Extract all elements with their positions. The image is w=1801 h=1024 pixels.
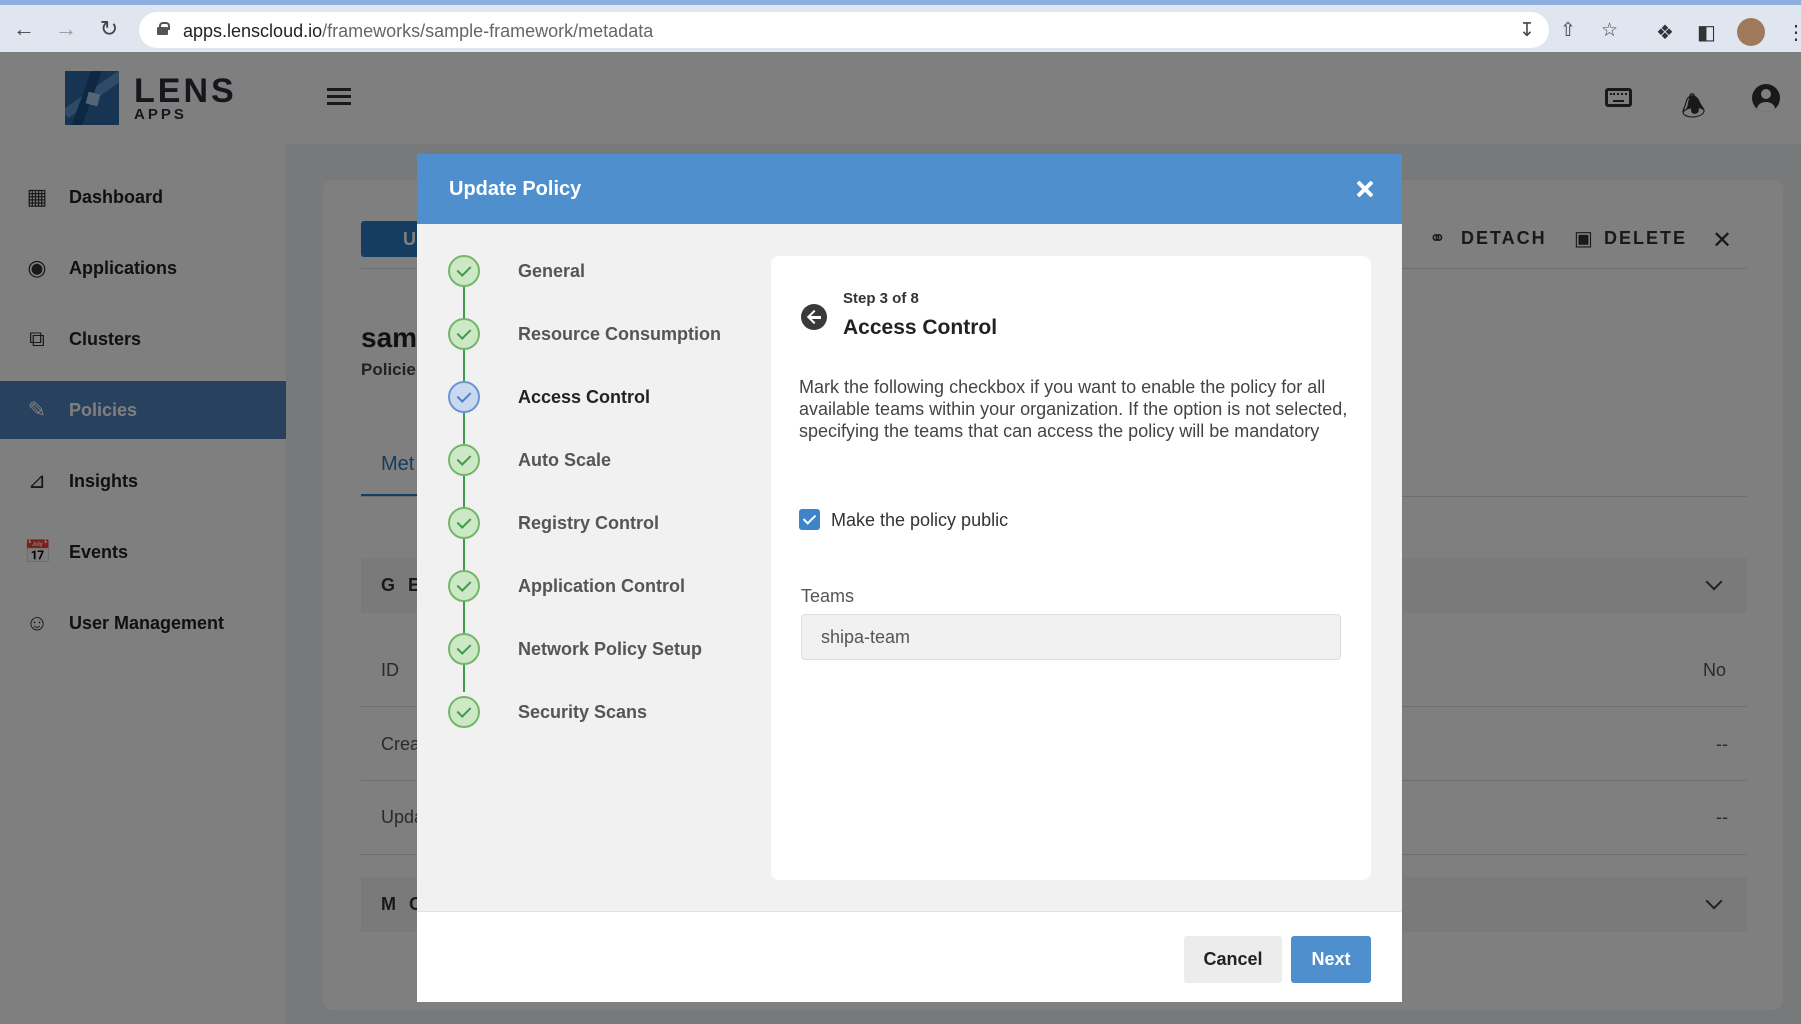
step-check-icon [448,633,480,665]
address-bar[interactable]: apps.lenscloud.io/frameworks/sample-fram… [139,12,1618,48]
step-access-control[interactable]: Access Control [448,381,738,413]
make-public-checkbox[interactable] [799,509,820,530]
step-check-icon [448,318,480,350]
step-registry-control[interactable]: Registry Control [448,507,738,539]
profile-avatar[interactable] [1737,18,1765,46]
browser-toolbar: ← → ↻ apps.lenscloud.io/frameworks/sampl… [0,0,1801,52]
bookmark-star-icon[interactable]: ☆ [1601,19,1618,42]
forward-arrow-icon[interactable]: → [52,15,80,43]
step-label: Network Policy Setup [518,639,703,659]
step-resource-consumption[interactable]: Resource Consumption [448,318,738,350]
reload-icon[interactable]: ↻ [95,15,123,43]
step-general[interactable]: General [448,255,738,287]
side-panel-icon[interactable]: ◧ [1697,20,1716,45]
step-label: Auto Scale [518,450,612,470]
modal-footer: Cancel Next [417,911,1402,1002]
modal-header: Update Policy [417,154,1402,224]
lock-icon [157,22,170,35]
modal-title: Update Policy [449,178,582,200]
step-check-icon [448,255,480,287]
step-content-panel: Step 3 of 8 Access Control Mark the foll… [771,256,1371,880]
step-check-icon [448,507,480,539]
step-label: Application Control [518,576,685,596]
back-arrow-icon[interactable]: ← [10,15,38,43]
step-check-icon [448,444,480,476]
step-current-icon [448,381,480,413]
step-label: Security Scans [518,702,648,722]
step-label: Access Control [518,387,651,407]
install-icon[interactable]: ↧ [1519,19,1535,42]
step-counter: Step 3 of 8 [843,290,919,307]
step-application-control[interactable]: Application Control [448,570,738,602]
step-check-icon [448,696,480,728]
teams-label: Teams [801,586,855,606]
step-check-icon [448,570,480,602]
browser-menu-icon[interactable]: ⋮ [1786,20,1801,45]
step-label: General [518,261,586,281]
extensions-icon[interactable]: ❖ [1656,20,1674,45]
teams-input[interactable] [801,614,1341,660]
panel-description: Mark the following checkbox if you want … [799,377,1348,441]
step-label: Registry Control [518,513,660,533]
share-icon[interactable]: ⇧ [1560,19,1576,42]
step-network-policy-setup[interactable]: Network Policy Setup [448,633,738,665]
close-icon[interactable] [1354,178,1376,200]
step-security-scans[interactable]: Security Scans [448,696,738,728]
url-text: apps.lenscloud.io/frameworks/sample-fram… [183,21,654,41]
step-label: Resource Consumption [518,324,722,344]
next-button[interactable]: Next [1291,936,1371,983]
step-auto-scale[interactable]: Auto Scale [448,444,738,476]
back-arrow-icon[interactable] [801,304,827,330]
cancel-button[interactable]: Cancel [1184,936,1282,983]
update-policy-modal: Update Policy General Resource Consumpti… [417,154,1402,1002]
make-public-label[interactable]: Make the policy public [831,510,1008,531]
panel-title: Access Control [843,316,998,339]
